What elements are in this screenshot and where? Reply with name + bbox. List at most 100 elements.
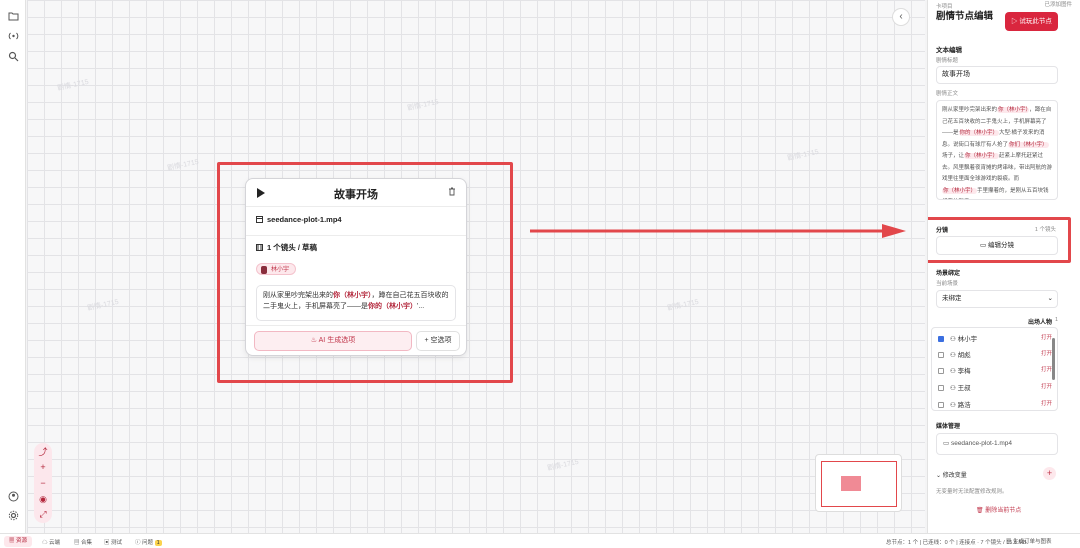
checkbox[interactable] xyxy=(938,402,944,409)
plot-node-card[interactable]: 故事开场 seedance-plot-1.mp4 1 个镜头 / 草稿 林小宇 … xyxy=(245,178,467,356)
cast-list: ⚇ 林小宇 打开 ⚇ 胡彪 打开 ⚇ 李梅 打开 ⚇ 王叔 打开 ⚇ 路浩 打开 xyxy=(931,327,1058,411)
watermark: 剧情-1715 xyxy=(546,458,580,473)
film-icon xyxy=(256,244,263,251)
broadcast-icon[interactable] xyxy=(7,31,20,44)
delete-node-button[interactable]: 🗑 删除当前节点 xyxy=(976,505,1021,514)
character-tag-label: 林小宇 xyxy=(271,267,290,273)
fit-view-icon[interactable]: ⤢ xyxy=(34,509,52,519)
trash-icon: 🗑 xyxy=(976,508,986,514)
empty-option-button[interactable]: + 空选项 xyxy=(416,331,460,351)
cast-item[interactable]: ⚇ 李梅 打开 xyxy=(938,365,1060,375)
person-icon: ⚇ xyxy=(950,352,958,359)
node-header: 故事开场 xyxy=(246,179,466,207)
status-tab-problems[interactable]: ⓘ 问题 1 xyxy=(135,538,162,546)
export-label: 生成订单与图表 xyxy=(1013,539,1052,545)
app-root: 剧情-1715 剧情-1715 剧情-1715 剧情-1715 剧情-1715 … xyxy=(0,0,1080,548)
watermark: 剧情-1715 xyxy=(406,98,440,113)
body-character: 你的（林小宇） xyxy=(958,130,1000,136)
status-tab-cloud[interactable]: ☁ 云端 xyxy=(42,538,60,546)
cast-name: 路浩 xyxy=(957,402,971,409)
variables-note: 无变量时无法配置修改规则。 xyxy=(936,489,1008,495)
cloud-icon: ☁ xyxy=(42,540,50,546)
delete-node-label: 删除当前节点 xyxy=(985,508,1022,514)
try-node-label: 试玩此节点 xyxy=(1019,18,1052,25)
chevron-down-icon: ⌄ xyxy=(936,473,943,479)
scene-select[interactable]: 未绑定 ⌄ xyxy=(936,290,1058,308)
cast-item[interactable]: ⚇ 路浩 打开 xyxy=(938,399,1060,409)
grid-icon: ▦ xyxy=(9,538,17,544)
body-character: 你（林小宇） xyxy=(964,153,1000,159)
person-icon: ⚇ xyxy=(950,402,958,409)
plot-body-textarea[interactable]: 刚从家里吵完架出来的你（林小宇），蹲在自己花五百块收的二手鬼火上，手机屏幕亮了—… xyxy=(936,100,1058,200)
person-icon: ⚇ xyxy=(950,368,958,375)
node-title: 故事开场 xyxy=(334,189,378,201)
video-file-icon xyxy=(256,216,263,223)
cast-open-link[interactable]: 打开 xyxy=(1041,382,1052,390)
zoom-in-button[interactable]: + xyxy=(34,462,52,472)
node-file-name: seedance-plot-1.mp4 xyxy=(267,215,342,224)
cast-open-link[interactable]: 打开 xyxy=(1041,399,1052,407)
scene-select-value: 未绑定 xyxy=(942,295,962,302)
cast-open-link[interactable]: 打开 xyxy=(1041,349,1052,357)
watermark: 剧情-1715 xyxy=(666,298,700,313)
search-icon[interactable] xyxy=(7,51,20,64)
view-icon[interactable]: ◉ xyxy=(34,494,52,504)
panel-top-label: 卡项目 xyxy=(936,4,953,10)
storyboard-count: 1 个镜头 xyxy=(1034,227,1056,233)
storyboard-label: 分镜 xyxy=(936,228,949,234)
status-tab-resources[interactable]: ▦ 资源 xyxy=(4,536,33,547)
scene-binding-label: 场景绑定 xyxy=(936,271,961,277)
cast-open-link[interactable]: 打开 xyxy=(1041,333,1052,341)
connect-icon[interactable]: ⤴ xyxy=(34,447,52,457)
character-tag[interactable]: 林小宇 xyxy=(256,263,297,275)
node-file: seedance-plot-1.mp4 xyxy=(246,215,466,224)
cast-item[interactable]: ⚇ 王叔 打开 xyxy=(938,382,1060,392)
status-tab-label: 问题 xyxy=(142,540,154,546)
watermark: 剧情-1715 xyxy=(786,148,820,163)
cast-name: 胡彪 xyxy=(957,352,971,359)
storyboard-icon: ▭ xyxy=(980,242,988,249)
collapse-panel-button[interactable]: ‹ xyxy=(892,8,910,26)
status-tab-label: 资源 xyxy=(16,538,28,544)
status-bar: ▦ 资源 ☁ 云端 ▤ 合集 ▣ 测试 ⓘ 问题 1 总节点：1 个 | 已连线… xyxy=(0,533,1080,548)
cast-item[interactable]: ⚇ 胡彪 打开 xyxy=(938,349,1060,359)
zoom-out-button[interactable]: − xyxy=(34,478,52,488)
media-file-item[interactable]: ▭ seedance-plot-1.mp4 xyxy=(936,433,1058,455)
zoom-controls: ⤴ + − ◉ ⤢ xyxy=(34,443,52,523)
export-button[interactable]: ▦ 生成订单与图表 xyxy=(1006,537,1052,545)
body-character: 你（林小宇） xyxy=(997,107,1030,113)
add-variable-button[interactable]: + xyxy=(1043,467,1056,480)
checkbox[interactable] xyxy=(938,336,944,343)
variables-label: 修改变量 xyxy=(942,473,967,479)
try-node-button[interactable]: ▷ 试玩此节点 xyxy=(1005,12,1058,31)
person-icon: ⚇ xyxy=(950,336,958,343)
trash-icon[interactable] xyxy=(448,187,456,198)
status-tab-label: 测试 xyxy=(111,540,123,546)
minimap-node xyxy=(841,476,861,491)
callout-arrow xyxy=(530,224,906,238)
cast-scrollbar[interactable] xyxy=(1052,338,1055,380)
plot-title-input[interactable]: 故事开场 xyxy=(936,66,1058,84)
checkbox[interactable] xyxy=(938,352,944,359)
user-icon[interactable] xyxy=(7,491,20,504)
minimap[interactable] xyxy=(815,454,902,512)
section-text-edit: 文本编辑 xyxy=(936,47,962,54)
export-icon: ▦ xyxy=(1006,539,1014,545)
variables-section[interactable]: ⌄ 修改变量 xyxy=(936,470,967,479)
settings-icon[interactable] xyxy=(7,510,20,523)
node-story-text[interactable]: 刚从家里吵完架出来的你（林小宇），蹲在自己花五百块收的二手鬼火上，手机屏幕亮了—… xyxy=(256,285,456,321)
story-character: 你的（林小宇） xyxy=(368,303,417,310)
folder-icon[interactable] xyxy=(7,11,20,24)
node-shots-text: 1 个镜头 / 草稿 xyxy=(267,243,318,252)
cast-item[interactable]: ⚇ 林小宇 打开 xyxy=(938,333,1060,343)
story-character: 你（林小宇） xyxy=(333,292,372,299)
ai-generate-options-button[interactable]: ♨ AI 生成选项 xyxy=(254,331,412,351)
status-tab-collection[interactable]: ▤ 合集 xyxy=(74,538,92,546)
right-panel: 卡项目 已添加图件 剧情节点编辑 ▷ 试玩此节点 文本编辑 剧情标题 故事开场 … xyxy=(927,0,1080,533)
edit-storyboard-button[interactable]: ▭ 编辑分镜 xyxy=(936,236,1058,255)
cast-open-link[interactable]: 打开 xyxy=(1041,365,1052,373)
status-tab-test[interactable]: ▣ 测试 xyxy=(104,538,122,546)
checkbox[interactable] xyxy=(938,368,944,375)
terminal-icon: ▣ xyxy=(104,540,112,546)
checkbox[interactable] xyxy=(938,385,944,392)
